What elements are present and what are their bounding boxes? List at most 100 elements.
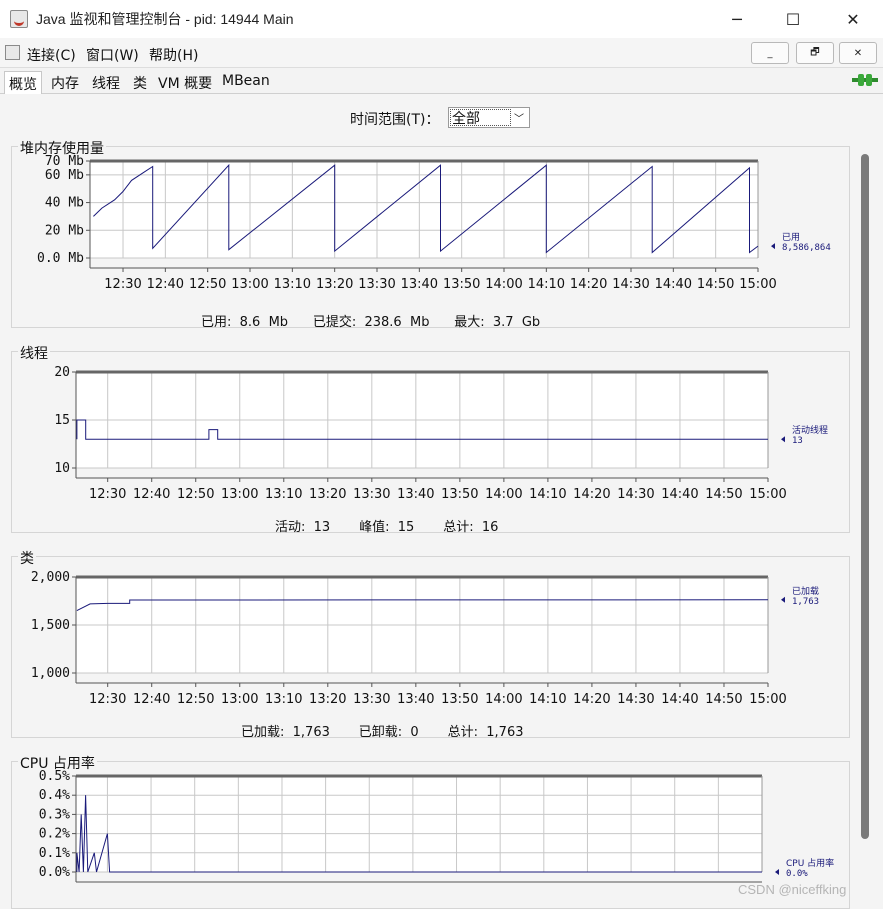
menu-window[interactable]: 窗口(W) [86,45,139,65]
title-bar: Java 监视和管理控制台 - pid: 14944 Main ─ ☐ ✕ [0,0,883,38]
x-tick-label: 14:40 [661,487,698,502]
y-tick-label: 2,000 [31,570,70,585]
menu-bar: 连接(C) 窗口(W) 帮助(H) _ 🗗 ✕ [0,38,883,68]
x-tick-label: 15:00 [739,277,776,292]
mdi-minimize-button[interactable]: _ [751,42,789,64]
x-tick-label: 13:40 [401,277,438,292]
y-tick-label: 60 Mb [45,168,84,183]
y-tick-label: 70 Mb [45,154,84,169]
series-marker [775,869,779,875]
close-button[interactable]: ✕ [825,0,881,38]
x-tick-label: 14:50 [705,692,742,707]
x-tick-label: 14:00 [485,487,522,502]
x-tick-label: 12:40 [147,277,184,292]
x-tick-label: 14:40 [661,692,698,707]
tab-vm-summary[interactable]: VM 概要 [154,71,216,94]
x-tick-label: 14:50 [697,277,734,292]
series-name-label: 已加载 [792,585,819,597]
tab-classes[interactable]: 类 [129,71,151,94]
x-tick-label: 12:30 [89,692,126,707]
threads-panel: 线程 20 15 10 12:30 12:40 12:50 13:00 13:10 13:20 1… [11,343,850,535]
x-tick-label: 12:30 [104,277,141,292]
y-tick-label: 0.0 Mb [37,251,84,266]
x-tick-label: 14:30 [617,487,654,502]
tab-overview[interactable]: 概览 [4,71,42,94]
mdi-restore-button[interactable]: 🗗 [796,42,834,64]
heap-memory-chart: 70 Mb60 Mb 40 Mb 20 Mb 0.0 Mb 12:30 12:40 12:5… [37,154,831,292]
x-tick-label: 13:10 [274,277,311,292]
x-tick-label: 13:50 [443,277,480,292]
menu-connection[interactable]: 连接(C) [27,45,76,65]
classes-stats: 已加载: 1,763 已卸载: 0 总计: 1,763 [241,725,524,740]
x-tick-label: 12:50 [177,692,214,707]
overview-content: 时间范围(T)： 全部 ﹀ 堆内存使用量 70 Mb 60 Mb 40 Mb 20 M… [0,94,883,909]
x-tick-label: 13:30 [353,692,390,707]
y-tick-label: 20 Mb [45,223,84,238]
x-tick-label: 12:40 [133,692,170,707]
x-tick-label: 13:00 [221,487,258,502]
tab-bar: 概览 内存 线程 类 VM 概要 MBean [0,68,883,94]
x-tick-label: 12:50 [177,487,214,502]
window-title: Java 监视和管理控制台 - pid: 14944 Main [36,11,294,27]
x-tick-label: 14:30 [617,692,654,707]
cpu-chart: 0.5%0.4%0.3%0.2%0.1%0.0%CPU 占用率0.0% [39,769,834,883]
x-tick-label: 13:20 [316,277,353,292]
x-tick-label: 13:00 [221,692,258,707]
x-tick-label: 13:00 [231,277,268,292]
maximize-button[interactable]: ☐ [765,0,821,38]
chevron-down-icon: ﹀ [514,114,524,125]
y-tick-label: 1,000 [31,666,70,681]
x-tick-label: 14:10 [529,487,566,502]
classes-panel: 类 2,000 1,500 1,000 12:30 12:40 12:50 13:00 13:… [11,548,850,740]
y-tick-label: 0.4% [39,788,70,803]
classes-chart: 2,000 1,500 1,000 12:30 12:40 12:50 13:00 13:10… [31,570,819,707]
y-tick-label: 20 [54,365,70,380]
vertical-scrollbar[interactable] [861,154,869,839]
mdi-close-button[interactable]: ✕ [839,42,877,64]
java-cup-icon [5,45,20,60]
x-tick-label: 14:10 [528,277,565,292]
series-value-label: 13 [792,436,803,446]
y-tick-label: 0.3% [39,807,70,822]
java-cup-icon [10,10,28,28]
series-value-label: 1,763 [792,597,819,607]
y-tick-label: 1,500 [31,618,70,633]
connection-plug-icon [852,74,878,86]
series-value-label: 8,586,864 [782,243,831,253]
x-tick-label: 13:40 [397,487,434,502]
series-marker [781,596,785,603]
tab-threads[interactable]: 线程 [88,71,124,94]
cpu-panel: CPU 占用率 0.5% 0.4% 0.3% 0.2% 0.1% 0.0% CPU 占用率 0… [11,753,850,909]
x-tick-label: 15:00 [749,487,786,502]
x-tick-label: 14:00 [485,277,522,292]
y-tick-label: 15 [54,413,70,428]
minimize-button[interactable]: ─ [709,0,765,38]
x-tick-label: 13:30 [358,277,395,292]
plot-area [90,161,758,258]
menu-help[interactable]: 帮助(H) [149,45,198,65]
x-tick-label: 13:50 [441,487,478,502]
x-tick-label: 13:20 [309,487,346,502]
threads-chart: 20 15 10 12:30 12:40 12:50 13:00 13:10 13:20 13:3… [54,365,828,502]
x-tick-label: 14:00 [485,692,522,707]
y-tick-label: 10 [54,461,70,476]
x-tick-label: 14:20 [570,277,607,292]
series-marker [771,243,775,250]
x-tick-label: 13:10 [265,487,302,502]
tab-memory[interactable]: 内存 [47,71,83,94]
x-tick-label: 13:20 [309,692,346,707]
x-tick-label: 13:40 [397,692,434,707]
x-tick-label: 12:50 [189,277,226,292]
series-name-label: CPU 占用率 [786,857,834,869]
y-tick-label: 0.5% [39,769,70,784]
plot-area [76,776,762,872]
x-tick-label: 14:50 [705,487,742,502]
tab-mbean[interactable]: MBean [218,71,274,94]
time-range-select[interactable]: 全部 ﹀ [448,107,530,128]
y-tick-label: 0.2% [39,827,70,842]
threads-stats: 活动: 13 峰值: 15 总计: 16 [275,520,499,535]
watermark: CSDN @niceffking [738,882,847,897]
x-tick-label: 12:40 [133,487,170,502]
series-name-label: 活动线程 [792,424,828,436]
x-tick-label: 14:20 [573,487,610,502]
